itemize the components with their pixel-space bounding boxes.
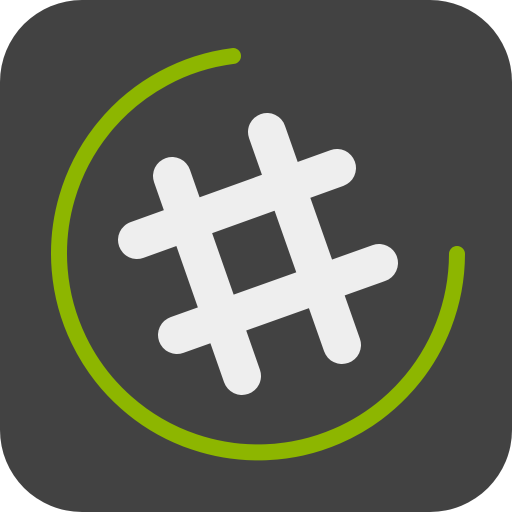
- app-icon: [0, 0, 512, 512]
- app-icon-graphic: [0, 0, 512, 512]
- icon-tile-background: [0, 0, 512, 512]
